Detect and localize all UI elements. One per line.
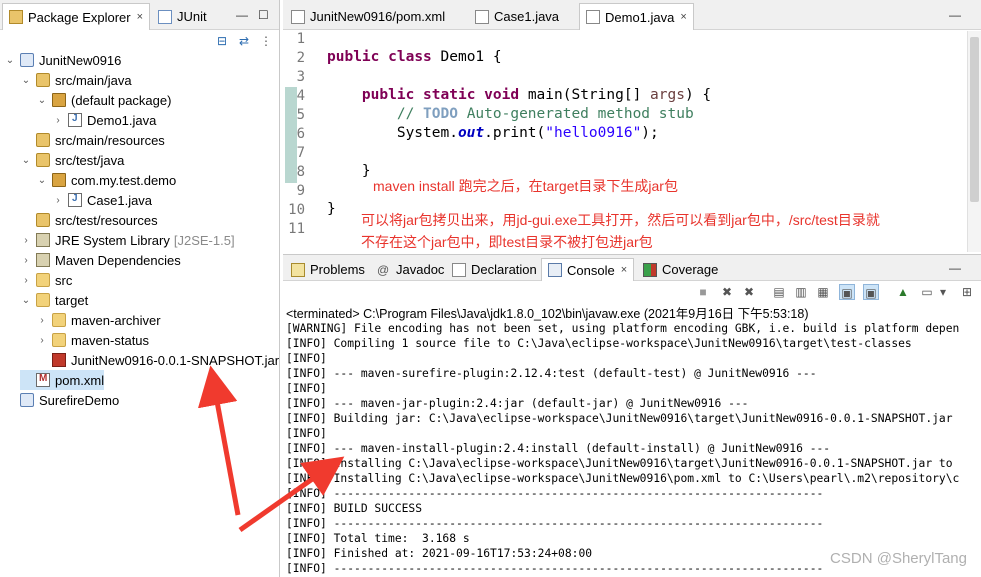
arrow-to-install-line	[238, 456, 345, 533]
arrow-to-jar	[197, 365, 241, 516]
annotation-arrows	[197, 365, 345, 533]
